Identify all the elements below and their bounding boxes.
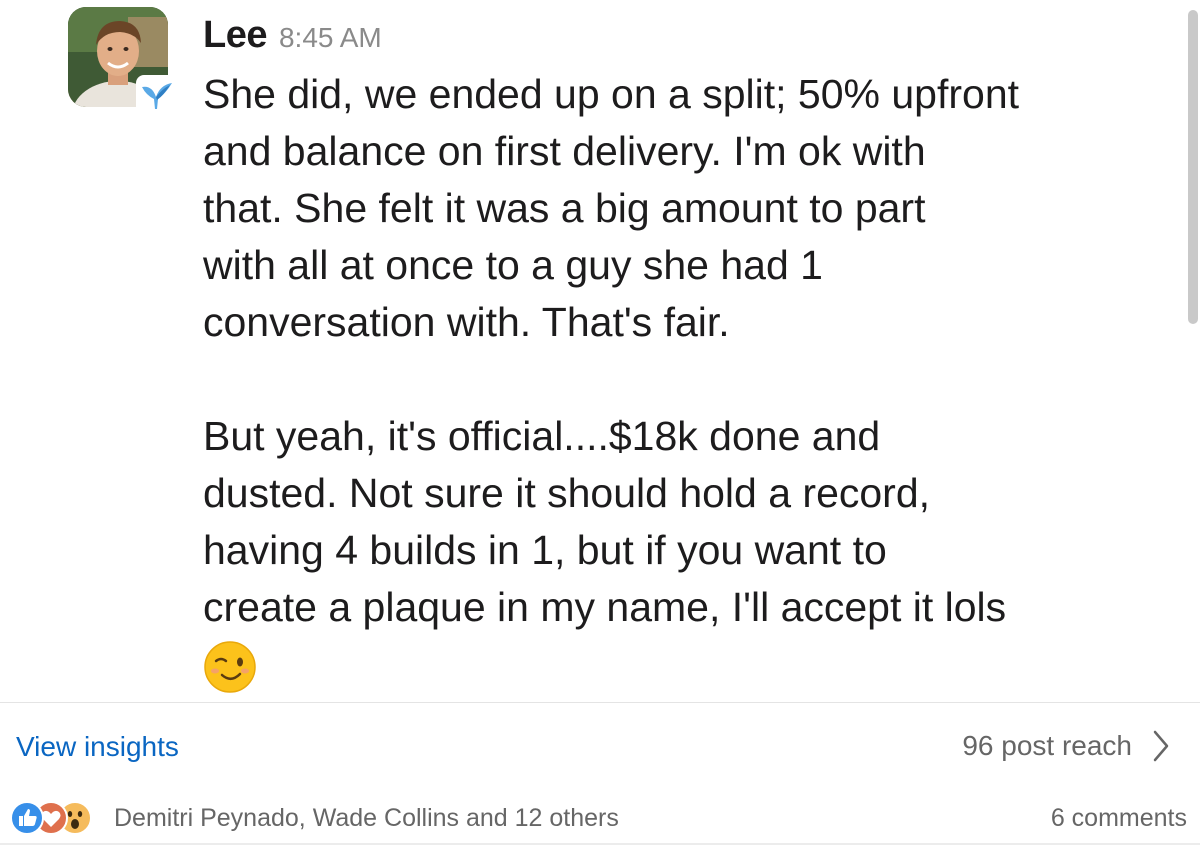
chevron-right-icon [1153,730,1169,762]
reaction-icons[interactable] [10,801,110,835]
reactors-link[interactable]: Demitri Peynado, Wade Collins and 12 oth… [114,804,619,833]
post-reach-button[interactable]: 96 post reach [962,729,1170,763]
bird-badge-icon [136,75,176,115]
winking-face-emoji [204,641,256,693]
social-counts-row: Demitri Peynado, Wade Collins and 12 oth… [0,791,1200,845]
message-paragraph: She did, we ended up on a split; 50% upf… [203,71,1020,345]
insights-row: View insights 96 post reach [0,703,1200,791]
message-card: Lee 8:45 AM She did, we ended up on a sp… [0,0,1200,702]
sender-name[interactable]: Lee [203,14,267,57]
avatar-container[interactable] [68,7,176,115]
post-screenshot: Lee 8:45 AM She did, we ended up on a sp… [0,0,1200,845]
comments-count-link[interactable]: 6 comments [1051,804,1187,833]
message-body: She did, we ended up on a split; 50% upf… [203,66,1173,709]
post-reach-label: 96 post reach [962,730,1132,761]
message-timestamp[interactable]: 8:45 AM [279,22,382,54]
like-icon [10,801,44,835]
view-insights-link[interactable]: View insights [16,731,179,763]
scrollbar-thumb[interactable] [1188,10,1198,324]
message-header: Lee 8:45 AM [203,14,382,62]
message-paragraph: But yeah, it's official....$18k done and… [203,413,1007,630]
